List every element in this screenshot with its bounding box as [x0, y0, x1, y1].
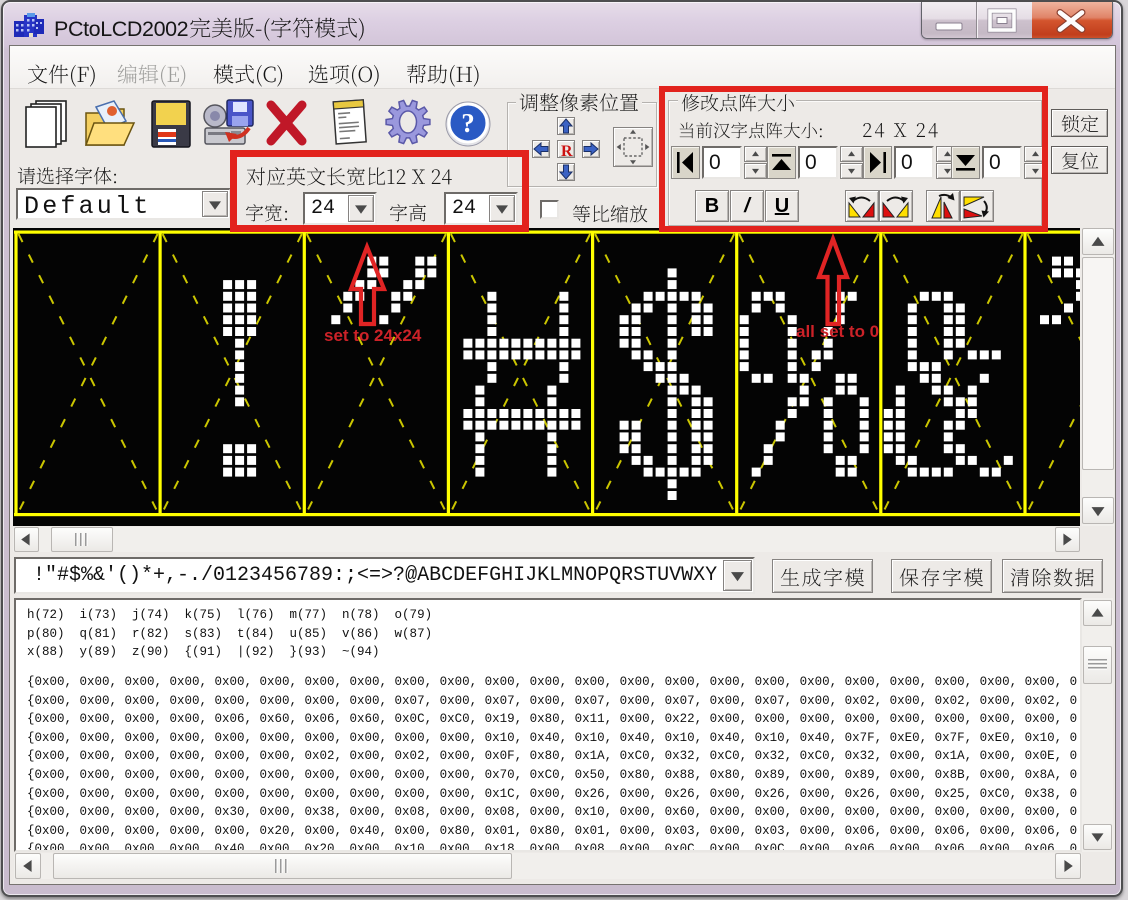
svg-text:R: R	[561, 143, 573, 160]
svg-text:set to 24x24: set to 24x24	[324, 326, 422, 345]
svg-text:?: ?	[461, 108, 475, 138]
svg-text:all set to 0: all set to 0	[796, 322, 879, 341]
